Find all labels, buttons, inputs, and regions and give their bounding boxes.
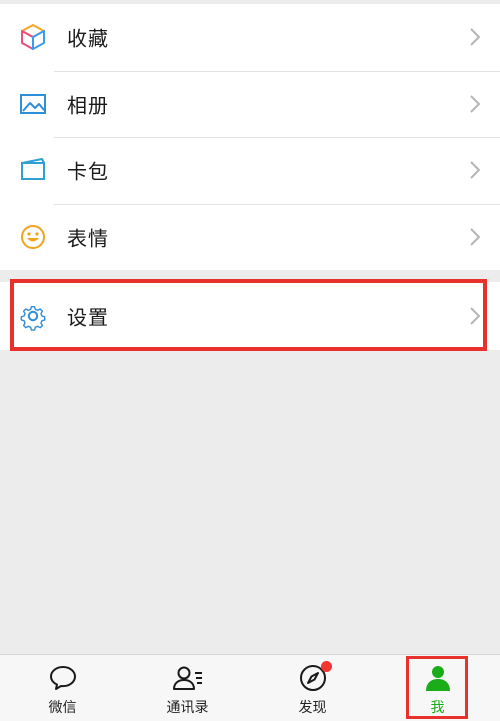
menu-item-label: 表情 <box>67 226 109 251</box>
tab-chats[interactable]: 微信 <box>0 655 125 721</box>
menu-item-album[interactable]: 相册 <box>0 70 500 138</box>
tab-me[interactable]: 我 <box>375 655 500 721</box>
chevron-right-icon <box>470 161 480 179</box>
chat-bubble-icon <box>47 663 79 693</box>
menu-item-settings[interactable]: 设置 <box>0 282 500 350</box>
chevron-right-icon <box>470 95 480 113</box>
gear-icon <box>18 301 48 331</box>
menu-item-label: 收藏 <box>67 26 109 51</box>
menu-item-label: 设置 <box>67 305 109 330</box>
me-person-icon <box>422 663 454 693</box>
menu-item-favorites[interactable]: 收藏 <box>0 4 500 71</box>
tab-discover[interactable]: 发现 <box>250 655 375 721</box>
menu-item-label: 相册 <box>67 93 109 118</box>
album-photo-icon <box>18 89 48 119</box>
me-menu-group: 收藏 相册 卡包 表情 <box>0 4 500 270</box>
tab-label: 我 <box>430 700 445 716</box>
tab-label: 通讯录 <box>166 700 209 716</box>
tab-contacts[interactable]: 通讯录 <box>125 655 250 721</box>
menu-item-label: 卡包 <box>67 159 109 184</box>
chevron-right-icon <box>470 228 480 246</box>
chevron-right-icon <box>470 28 480 46</box>
card-wallet-icon <box>18 155 48 185</box>
contacts-icon <box>172 663 204 693</box>
menu-item-card-wallet[interactable]: 卡包 <box>0 137 500 204</box>
tab-label: 微信 <box>48 700 77 716</box>
tab-label: 发现 <box>298 700 327 716</box>
settings-menu-group: 设置 <box>0 282 500 350</box>
notification-badge-dot <box>321 661 332 672</box>
menu-item-stickers[interactable]: 表情 <box>0 203 500 271</box>
chevron-right-icon <box>470 307 480 325</box>
favorites-cube-icon <box>18 22 48 52</box>
bottom-tab-bar: 微信 通讯录 发现 我 <box>0 654 500 721</box>
sticker-smile-icon <box>18 222 48 252</box>
